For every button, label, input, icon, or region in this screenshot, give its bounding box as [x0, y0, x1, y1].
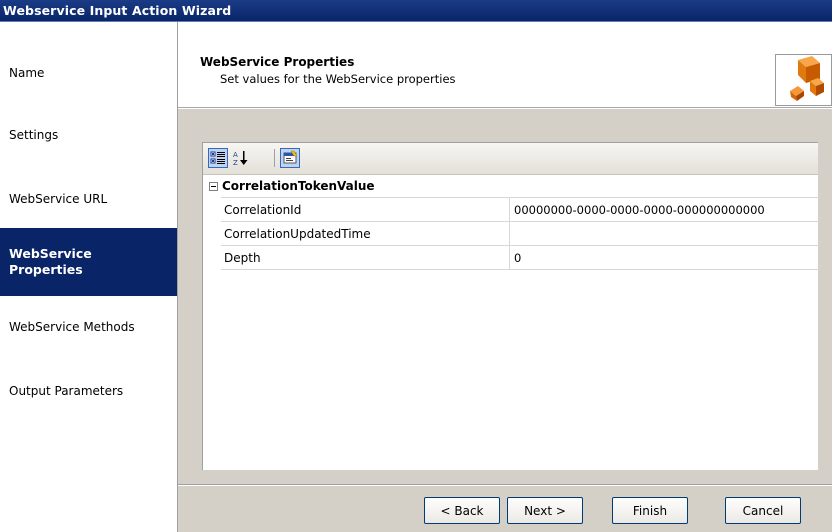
category-label: CorrelationTokenValue	[222, 179, 375, 193]
wizard-header: WebService Properties Set values for the…	[178, 22, 832, 108]
wizard-content: A Z CorrelationTokenValue CorrelationId …	[178, 108, 832, 532]
property-value[interactable]	[510, 222, 818, 245]
collapse-icon[interactable]	[209, 181, 218, 191]
toolbar-separator	[274, 149, 275, 167]
next-button[interactable]: Next >	[507, 497, 583, 524]
property-row[interactable]: CorrelationUpdatedTime	[221, 221, 818, 245]
page-title: WebService Properties	[200, 55, 355, 69]
step-settings[interactable]: Settings	[0, 124, 177, 146]
property-name: Depth	[221, 246, 510, 269]
property-value[interactable]: 00000000-0000-0000-0000-000000000000	[510, 198, 818, 221]
step-webservice-url[interactable]: WebService URL	[0, 188, 177, 210]
step-label: WebService URL	[9, 192, 108, 206]
step-label: Settings	[9, 128, 59, 142]
step-webservice-properties[interactable]: WebService Properties	[0, 228, 177, 296]
step-output-parameters[interactable]: Output Parameters	[0, 380, 177, 402]
step-name[interactable]: Name	[0, 62, 177, 84]
step-label: Output Parameters	[9, 384, 124, 398]
property-grid[interactable]: A Z CorrelationTokenValue CorrelationId …	[202, 142, 818, 470]
step-label: Name	[9, 66, 45, 80]
property-pages-icon[interactable]	[280, 148, 300, 168]
svg-text:Z: Z	[233, 159, 238, 167]
svg-text:A: A	[233, 151, 238, 159]
footer-separator	[178, 484, 832, 486]
property-row[interactable]: Depth 0	[221, 245, 818, 269]
step-label: WebService Properties	[9, 246, 92, 277]
step-webservice-methods[interactable]: WebService Methods	[0, 316, 177, 338]
property-value[interactable]: 0	[510, 246, 818, 269]
content-divider	[178, 108, 832, 109]
finish-button[interactable]: Finish	[612, 497, 688, 524]
alphabetical-icon[interactable]: A Z	[231, 148, 251, 168]
categorized-icon[interactable]	[208, 148, 228, 168]
property-name: CorrelationId	[221, 198, 510, 221]
wizard-boxes-icon	[775, 54, 832, 106]
step-label: WebService Methods	[9, 320, 135, 334]
back-button[interactable]: < Back	[424, 497, 500, 524]
page-subtitle: Set values for the WebService properties	[220, 72, 456, 86]
property-row[interactable]: CorrelationId 00000000-0000-0000-0000-00…	[221, 197, 818, 221]
cancel-button[interactable]: Cancel	[725, 497, 801, 524]
title-bar[interactable]: Webservice Input Action Wizard	[0, 0, 832, 22]
property-grid-gutter	[203, 197, 221, 269]
property-grid-toolbar: A Z	[203, 143, 818, 175]
wizard-steps: Name Settings WebService URL WebService …	[0, 22, 178, 532]
property-category[interactable]: CorrelationTokenValue	[203, 175, 818, 197]
property-name: CorrelationUpdatedTime	[221, 222, 510, 245]
window-title: Webservice Input Action Wizard	[3, 3, 232, 18]
row-divider	[221, 269, 818, 270]
